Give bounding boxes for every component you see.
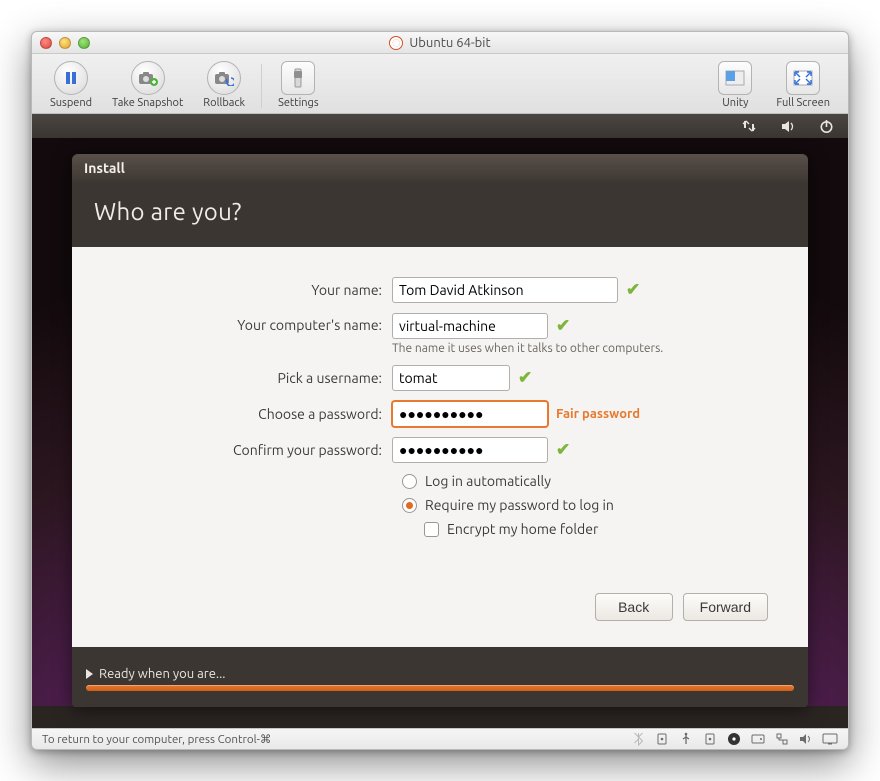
installer-footer: Ready when you are... [72, 647, 808, 707]
installer-title: Install [84, 160, 125, 176]
suspend-button[interactable]: Suspend [40, 59, 102, 112]
check-icon: ✔ [518, 368, 532, 388]
vmware-window: ◌ Ubuntu 64-bit Suspend Take Snapshot Ro… [31, 31, 849, 750]
display-status-icon[interactable] [822, 732, 838, 746]
ubuntu-logo-icon: ◌ [389, 36, 403, 50]
installer-titlebar: Install [72, 154, 808, 182]
computer-name-input[interactable] [392, 313, 548, 339]
unity-button[interactable]: Unity [708, 59, 762, 112]
rollback-label: Rollback [203, 97, 245, 109]
take-snapshot-button[interactable]: Take Snapshot [102, 59, 193, 112]
guest-display: Install Who are you? Your name: ✔ Your c… [32, 114, 848, 728]
pause-icon [54, 61, 88, 95]
network-icon[interactable] [742, 118, 758, 134]
progress-disclosure[interactable]: Ready when you are... [86, 667, 794, 681]
close-traffic-light[interactable] [40, 37, 52, 49]
zoom-traffic-light[interactable] [78, 37, 90, 49]
cd-icon[interactable] [726, 732, 742, 746]
login-require-option[interactable]: Require my password to log in [402, 497, 768, 513]
usb-hub-icon[interactable] [678, 732, 694, 746]
bluetooth-icon[interactable] [630, 732, 646, 746]
install-progress-bar [86, 685, 794, 691]
vmware-statusbar: To return to your computer, press Contro… [32, 728, 848, 749]
label-confirm-password: Confirm your password: [112, 442, 392, 458]
installer-heading: Who are you? [94, 198, 786, 225]
confirm-password-input[interactable] [392, 437, 548, 463]
encrypt-home-option[interactable]: Encrypt my home folder [424, 521, 768, 537]
login-auto-label: Log in automatically [425, 473, 551, 489]
settings-label: Settings [278, 97, 319, 109]
triangle-right-icon [86, 669, 93, 679]
settings-button[interactable]: Settings [268, 59, 329, 112]
computer-name-hint: The name it uses when it talks to other … [392, 342, 663, 355]
slider-icon [281, 61, 315, 95]
unity-icon [718, 61, 752, 95]
login-auto-option[interactable]: Log in automatically [402, 473, 768, 489]
network-status-icon[interactable] [774, 732, 790, 746]
ubuntu-installer-window: Install Who are you? Your name: ✔ Your c… [72, 154, 808, 707]
fullscreen-icon [786, 61, 820, 95]
back-button[interactable]: Back [595, 593, 673, 621]
label-password: Choose a password: [112, 406, 392, 422]
username-input[interactable] [392, 365, 510, 391]
installer-header: Who are you? [72, 182, 808, 247]
your-name-input[interactable] [392, 277, 618, 303]
password-input[interactable] [392, 401, 548, 427]
rollback-button[interactable]: Rollback [193, 59, 255, 112]
label-username: Pick a username: [112, 370, 392, 386]
check-icon: ✔ [556, 316, 570, 336]
progress-text: Ready when you are... [99, 667, 225, 681]
check-icon: ✔ [556, 440, 570, 460]
toolbar-separator [261, 64, 262, 108]
window-title: Ubuntu 64-bit [409, 36, 490, 50]
sound-icon[interactable] [780, 118, 796, 134]
encrypt-home-label: Encrypt my home folder [447, 521, 598, 537]
hdd-icon[interactable] [750, 732, 766, 746]
radio-icon [402, 474, 417, 489]
suspend-label: Suspend [50, 97, 92, 109]
usb-icon-2[interactable] [702, 732, 718, 746]
label-your-name: Your name: [112, 282, 392, 298]
statusbar-hint: To return to your computer, press Contro… [42, 732, 271, 746]
label-computer-name: Your computer's name: [112, 313, 392, 333]
fullscreen-button[interactable]: Full Screen [766, 59, 840, 112]
password-strength: Fair password [556, 407, 640, 421]
unity-label: Unity [722, 97, 748, 109]
radio-selected-icon [402, 498, 417, 513]
minimize-traffic-light[interactable] [59, 37, 71, 49]
snapshot-label: Take Snapshot [112, 97, 183, 109]
forward-button[interactable]: Forward [683, 593, 768, 621]
check-icon: ✔ [626, 280, 640, 300]
installer-body: Your name: ✔ Your computer's name: ✔ The… [72, 247, 808, 647]
camera-undo-icon [207, 61, 241, 95]
fullscreen-label: Full Screen [776, 97, 830, 109]
login-require-label: Require my password to log in [425, 497, 614, 513]
ubuntu-top-panel [32, 114, 848, 138]
camera-plus-icon [131, 61, 165, 95]
checkbox-icon [424, 522, 439, 537]
usb-icon[interactable] [654, 732, 670, 746]
mac-titlebar: ◌ Ubuntu 64-bit [32, 32, 848, 54]
window-controls [40, 37, 90, 49]
vmware-toolbar: Suspend Take Snapshot Rollback Settings [32, 54, 848, 114]
power-icon[interactable] [818, 118, 834, 134]
sound-status-icon[interactable] [798, 732, 814, 746]
